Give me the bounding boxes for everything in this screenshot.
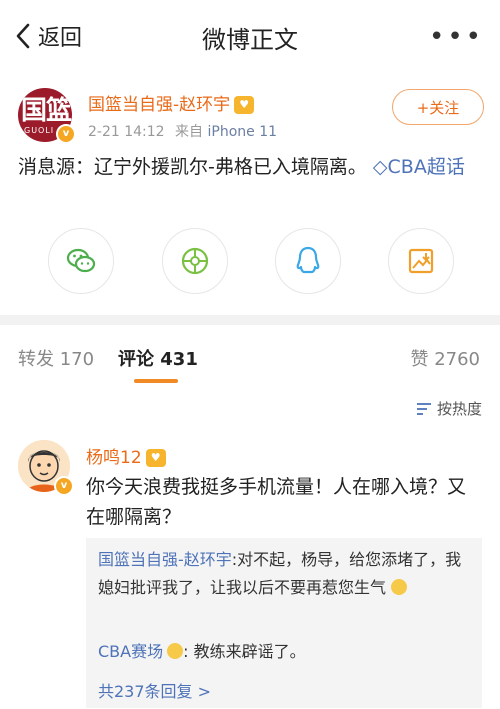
tab-comment-count: 431 bbox=[160, 349, 198, 370]
tab-like[interactable]: 赞 2760 bbox=[410, 345, 480, 371]
share-row bbox=[0, 228, 500, 294]
section-divider bbox=[0, 315, 500, 325]
vip-badge-icon: ♥ bbox=[234, 96, 255, 114]
reply-user[interactable]: 国篮当自强-赵环宇 bbox=[98, 550, 232, 569]
reply-user[interactable]: CBA赛场 bbox=[98, 642, 163, 661]
save-image-icon bbox=[408, 248, 434, 274]
reply-box[interactable]: 国篮当自强-赵环宇:对不起，杨导，给您添堵了，我媳妇批评我了，让我以后不要再惹您… bbox=[86, 538, 482, 708]
post-author-name[interactable]: 国篮当自强-赵环宇 ♥ bbox=[88, 90, 255, 115]
laugh-cry-emoji-icon bbox=[391, 579, 408, 595]
tab-comment-label: 评论 bbox=[118, 349, 154, 370]
qq-share-button[interactable] bbox=[275, 228, 341, 294]
active-tab-indicator bbox=[134, 379, 178, 383]
comment-item: v 杨鸣12 ♥ 你今天浪费我挺多手机流量！人在哪入境？又在哪隔离？ 国篮当自强-… bbox=[0, 430, 500, 709]
avatar-logo-subtext: GUOLI bbox=[24, 126, 55, 135]
author-name-text: 国篮当自强-赵环宇 bbox=[88, 95, 231, 115]
tab-repost-label: 转发 bbox=[18, 349, 54, 370]
topic-link[interactable]: ◇CBA超话 bbox=[373, 156, 465, 178]
more-options-icon[interactable]: ••• bbox=[429, 22, 484, 52]
reply-item[interactable]: 国篮当自强-赵环宇:对不起，杨导，给您添堵了，我媳妇批评我了，让我以后不要再惹您… bbox=[98, 546, 474, 602]
commenter-vip-badge-icon: ♥ bbox=[145, 449, 166, 467]
post-device: iPhone 11 bbox=[207, 124, 278, 140]
back-button[interactable]: 返回 bbox=[14, 20, 82, 52]
post-from-prefix: 来自 bbox=[175, 124, 204, 140]
save-image-button[interactable] bbox=[388, 228, 454, 294]
back-label: 返回 bbox=[38, 26, 83, 51]
verified-badge-icon: v bbox=[56, 124, 76, 144]
reply-text: : 教练来辟谣了。 bbox=[183, 642, 306, 661]
smile-emoji-icon bbox=[167, 643, 184, 659]
sort-label: 按热度 bbox=[436, 400, 482, 418]
commenter-verified-badge-icon: v bbox=[54, 476, 74, 496]
sort-by-hot-button[interactable]: 按热度 bbox=[416, 398, 482, 419]
avatar-logo-text: 国篮 bbox=[21, 96, 72, 126]
post-meta: 2-21 14:12 来自 iPhone 11 bbox=[88, 121, 277, 141]
follow-button[interactable]: +关注 bbox=[392, 89, 484, 125]
post-text: 消息源：辽宁外援凯尔-弗格已入境隔离。 bbox=[18, 156, 367, 178]
qq-icon bbox=[296, 246, 320, 274]
post-content: 消息源：辽宁外援凯尔-弗格已入境隔离。 ◇CBA超话 bbox=[18, 152, 483, 182]
more-replies-link[interactable]: 共237条回复 > bbox=[98, 678, 211, 702]
tab-comment[interactable]: 评论 431 bbox=[118, 345, 198, 371]
tab-repost-count: 170 bbox=[59, 349, 95, 370]
chevron-left-icon bbox=[16, 23, 30, 49]
nav-bar: 返回 微博正文 ••• bbox=[0, 0, 500, 71]
sort-icon bbox=[416, 402, 431, 415]
weibo-post: 国篮 GUOLI v 国篮当自强-赵环宇 ♥ 2-21 14:12 来自 iPho… bbox=[0, 70, 500, 315]
reply-item[interactable]: CBA赛场 : 教练来辟谣了。 bbox=[98, 638, 474, 666]
moments-share-button[interactable] bbox=[162, 228, 228, 294]
comment-text: 你今天浪费我挺多手机流量！人在哪入境？又在哪隔离？ bbox=[86, 476, 467, 528]
commenter-name[interactable]: 杨鸣12 ♥ bbox=[86, 443, 166, 468]
post-tabs: 转发 170 评论 431 赞 2760 bbox=[0, 325, 500, 387]
post-time: 2-21 14:12 bbox=[88, 124, 165, 140]
topic-label: CBA超话 bbox=[387, 156, 465, 178]
wechat-share-button[interactable] bbox=[48, 228, 114, 294]
diamond-icon: ◇ bbox=[372, 156, 388, 178]
wechat-icon bbox=[66, 248, 96, 273]
moments-icon bbox=[181, 247, 209, 275]
tab-like-label: 赞 bbox=[410, 349, 429, 370]
tab-like-count: 2760 bbox=[434, 349, 480, 370]
commenter-name-text: 杨鸣12 bbox=[86, 448, 142, 468]
tab-repost[interactable]: 转发 170 bbox=[18, 345, 94, 371]
